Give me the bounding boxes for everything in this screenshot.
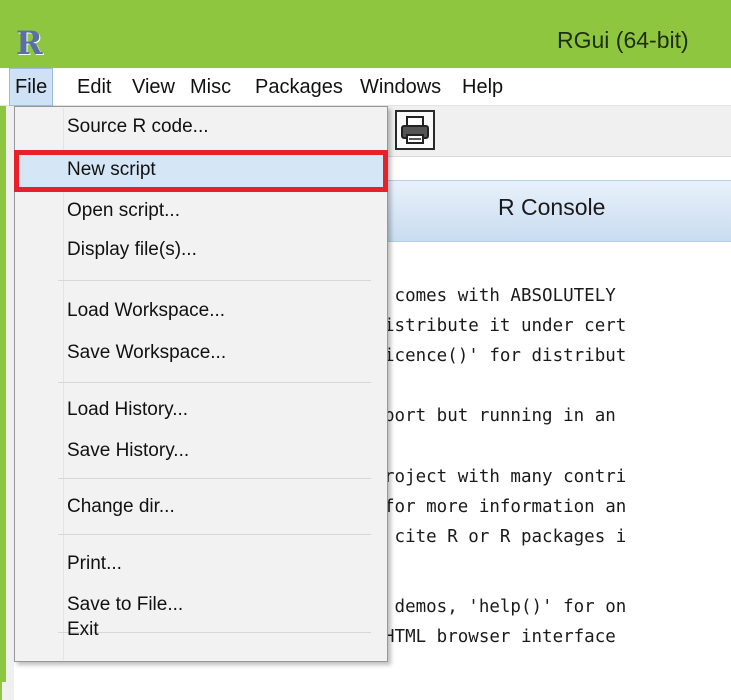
menu-file[interactable]: File <box>9 68 54 106</box>
menu-item-source-r-code[interactable]: Source R code... <box>67 116 209 138</box>
console-line: cite R or R packages i <box>384 527 627 547</box>
menu-separator <box>58 632 371 633</box>
console-line: icence()' for distribut <box>384 346 627 366</box>
menu-separator <box>58 478 371 479</box>
menu-item-save-to-file[interactable]: Save to File... <box>67 594 183 616</box>
new-script-highlight-box <box>14 150 388 192</box>
menu-item-change-dir[interactable]: Change dir... <box>67 496 175 518</box>
r-logo-icon[interactable]: R <box>16 26 44 60</box>
window-left-frame <box>6 106 14 700</box>
menu-misc[interactable]: Misc <box>185 68 236 106</box>
console-line: comes with ABSOLUTELY <box>384 286 616 306</box>
console-line: HTML browser interface <box>384 627 616 647</box>
menu-bar: File Edit View Misc Packages Windows Hel… <box>0 68 731 106</box>
menu-item-display-files[interactable]: Display file(s)... <box>67 239 197 261</box>
menu-edit[interactable]: Edit <box>72 68 116 106</box>
menu-item-print[interactable]: Print... <box>67 553 122 575</box>
menu-view[interactable]: View <box>127 68 180 106</box>
menu-item-load-history[interactable]: Load History... <box>67 399 188 421</box>
console-title: R Console <box>498 194 606 220</box>
printer-icon <box>401 116 429 144</box>
console-line: for more information an <box>384 497 627 517</box>
menu-item-save-history[interactable]: Save History... <box>67 440 189 462</box>
menu-item-save-workspace[interactable]: Save Workspace... <box>67 342 226 364</box>
menu-item-open-script[interactable]: Open script... <box>67 200 180 222</box>
menu-windows[interactable]: Windows <box>355 68 446 106</box>
menu-help[interactable]: Help <box>457 68 508 106</box>
console-line: demos, 'help()' for on <box>384 597 627 617</box>
print-button[interactable] <box>395 110 435 150</box>
console-line: roject with many contri <box>384 467 627 487</box>
menu-separator <box>58 534 371 535</box>
console-line: istribute it under cert <box>384 316 627 336</box>
window-title: RGui (64-bit) <box>557 27 689 53</box>
window-corner <box>2 682 14 700</box>
menu-packages[interactable]: Packages <box>250 68 348 106</box>
menu-item-load-workspace[interactable]: Load Workspace... <box>67 300 225 322</box>
menu-item-exit[interactable]: Exit <box>67 619 99 641</box>
menu-separator <box>58 382 371 383</box>
console-line: port but running in an <box>384 406 616 426</box>
menu-separator <box>58 280 371 281</box>
